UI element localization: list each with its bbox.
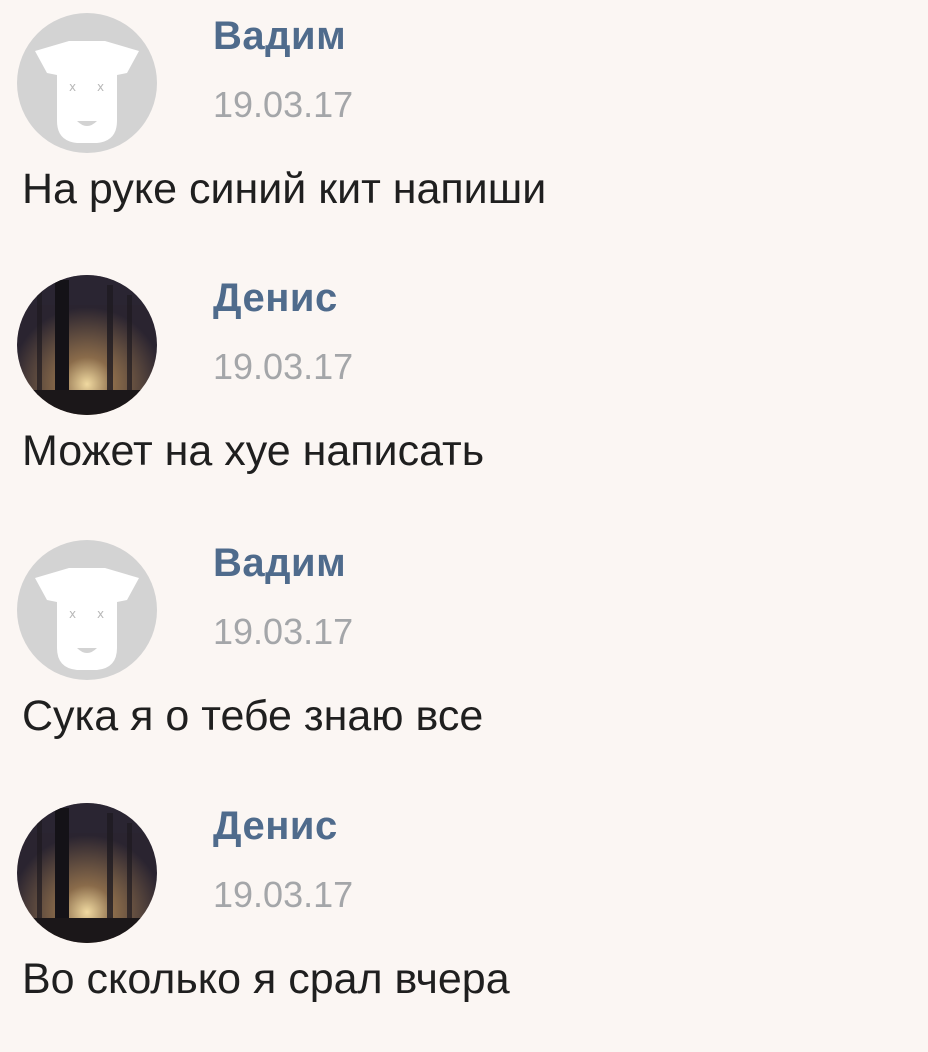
message-text: Во сколько я срал вчера bbox=[22, 955, 510, 1003]
default-dog-avatar-icon: x x bbox=[17, 540, 157, 680]
message-item: Денис 19.03.17 Во сколько я срал вчера bbox=[0, 790, 928, 1052]
dark-forest-photo bbox=[17, 275, 157, 415]
author-name[interactable]: Денис bbox=[213, 804, 338, 849]
message-item: x x Вадим 19.03.17 Сука я о тебе знаю вс… bbox=[0, 527, 928, 789]
message-item: x x Вадим 19.03.17 На руке синий кит нап… bbox=[0, 0, 928, 262]
svg-text:x: x bbox=[69, 607, 76, 621]
message-item: Денис 19.03.17 Может на хуе написать bbox=[0, 262, 928, 524]
message-date: 19.03.17 bbox=[213, 346, 354, 387]
avatar[interactable] bbox=[17, 803, 157, 943]
message-text: Может на хуе написать bbox=[22, 427, 485, 475]
message-date: 19.03.17 bbox=[213, 874, 354, 915]
message-date: 19.03.17 bbox=[213, 611, 354, 652]
avatar[interactable]: x x bbox=[17, 540, 157, 680]
author-name[interactable]: Вадим bbox=[213, 14, 346, 59]
message-text: На руке синий кит напиши bbox=[22, 165, 547, 213]
default-dog-avatar-icon: x x bbox=[17, 13, 157, 153]
avatar[interactable]: x x bbox=[17, 13, 157, 153]
svg-text:x: x bbox=[69, 80, 76, 94]
author-name[interactable]: Вадим bbox=[213, 541, 346, 586]
dark-forest-photo bbox=[17, 803, 157, 943]
svg-text:x: x bbox=[97, 80, 104, 94]
avatar[interactable] bbox=[17, 275, 157, 415]
message-date: 19.03.17 bbox=[213, 84, 354, 125]
svg-text:x: x bbox=[97, 607, 104, 621]
author-name[interactable]: Денис bbox=[213, 276, 338, 321]
message-text: Сука я о тебе знаю все bbox=[22, 692, 484, 740]
